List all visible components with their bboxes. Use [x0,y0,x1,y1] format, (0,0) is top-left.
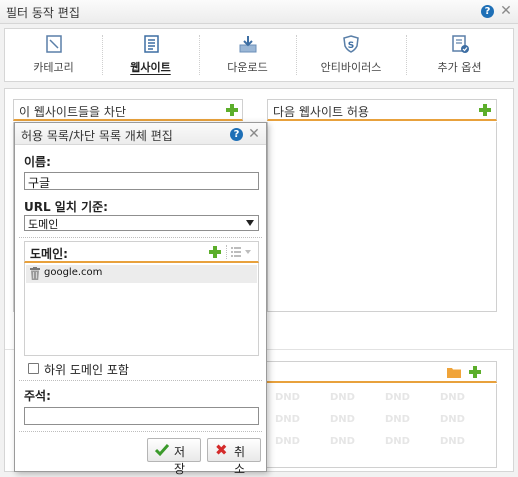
trash-icon[interactable] [30,267,40,280]
add-lower-plus-icon[interactable] [469,366,481,378]
dialog-help-icon[interactable]: ? [230,128,243,141]
domain-list-header: 도메인: [24,241,259,263]
block-list-title: 이 웹사이트들을 차단 [19,105,126,119]
cancel-button[interactable]: ✖ 취소 [207,438,261,476]
tab-category-label: 카테고리 [33,61,74,74]
tab-category[interactable]: 카테고리 [5,29,102,81]
drop-zone-label: DND [330,392,355,403]
block-list-header: 이 웹사이트들을 차단 [13,99,243,121]
dialog-divider [19,431,262,432]
tab-download[interactable]: 다운로드 [199,29,296,81]
svg-text:S: S [348,41,354,51]
dialog-titlebar[interactable]: 허용 목록/차단 목록 개체 편집 ? ✕ [15,123,266,145]
folder-icon[interactable] [447,366,461,378]
drop-zone-label: DND [440,392,465,403]
drop-zone-label: DND [275,392,300,403]
comment-input[interactable] [24,407,259,425]
drop-zone-label: DND [385,414,410,425]
checkmark-icon [155,444,169,457]
toolbar-divider [226,245,227,259]
include-subdomains-checkbox[interactable] [28,363,39,374]
dialog-title: 허용 목록/차단 목록 개체 편집 [21,129,173,143]
url-match-select[interactable]: 도메인 [24,215,259,231]
edit-object-dialog: 허용 목록/차단 목록 개체 편집 ? ✕ 이름: 구글 URL 일치 기준: … [14,122,267,476]
drop-zone-label: DND [385,436,410,447]
allow-list-title: 다음 웹사이트 허용 [273,105,369,119]
drop-zone-label: DND [330,414,355,425]
help-icon[interactable]: ? [481,5,494,18]
drop-zone-label: DND [385,392,410,403]
save-button[interactable]: 저장 [147,438,201,476]
add-block-plus-icon[interactable] [226,104,238,116]
tab-bar: 카테고리 웹사이트 다운로드 S 안티바이러스 추가 옵션 [4,28,514,82]
tab-website[interactable]: 웹사이트 [102,29,199,81]
drop-zone-label: DND [440,414,465,425]
domain-entry: google.com [44,267,103,278]
add-domain-plus-icon[interactable] [209,246,221,258]
domain-list-row[interactable]: google.com [26,265,257,283]
allow-list-header: 다음 웹사이트 허용 [267,99,497,121]
save-button-label: 저장 [174,445,186,476]
chevron-down-icon [246,220,254,226]
allow-list[interactable] [267,122,497,312]
url-match-label: URL 일치 기준: [24,200,108,214]
include-subdomains-label[interactable]: 하위 도메인 포함 [44,361,129,378]
drop-zone-label: DND [275,414,300,425]
tab-extra-options[interactable]: 추가 옵션 [406,29,513,81]
extra-options-icon [451,35,469,53]
add-allow-plus-icon[interactable] [479,104,491,116]
antivirus-shield-icon: S [343,35,359,53]
drop-zone-label: DND [330,436,355,447]
tab-antivirus-label: 안티바이러스 [320,61,382,74]
list-menu-icon[interactable] [231,247,253,257]
tab-antivirus[interactable]: S 안티바이러스 [296,29,406,81]
tab-website-label: 웹사이트 [130,61,171,74]
drop-zone-label: DND [275,436,300,447]
name-input[interactable]: 구글 [24,172,259,190]
tab-extra-options-label: 추가 옵션 [437,61,482,74]
download-icon [239,36,256,53]
drop-zone-label: DND [440,436,465,447]
domain-list[interactable]: google.com [24,263,259,356]
close-icon[interactable]: ✕ [499,4,513,18]
dialog-close-icon[interactable]: ✕ [247,127,261,141]
name-label: 이름: [24,155,51,169]
url-match-value: 도메인 [28,218,59,231]
domain-label: 도메인: [30,247,68,261]
dialog-divider [19,380,262,381]
tab-download-label: 다운로드 [227,61,268,74]
window-titlebar: 필터 동작 편집 ? ✕ [0,0,518,24]
cancel-button-label: 취소 [234,445,246,476]
website-list-icon [143,35,159,53]
dialog-divider [19,237,262,238]
comment-label: 주석: [24,389,51,403]
cancel-x-icon: ✖ [215,441,228,459]
window-title: 필터 동작 편집 [6,6,80,20]
category-icon [45,35,62,53]
